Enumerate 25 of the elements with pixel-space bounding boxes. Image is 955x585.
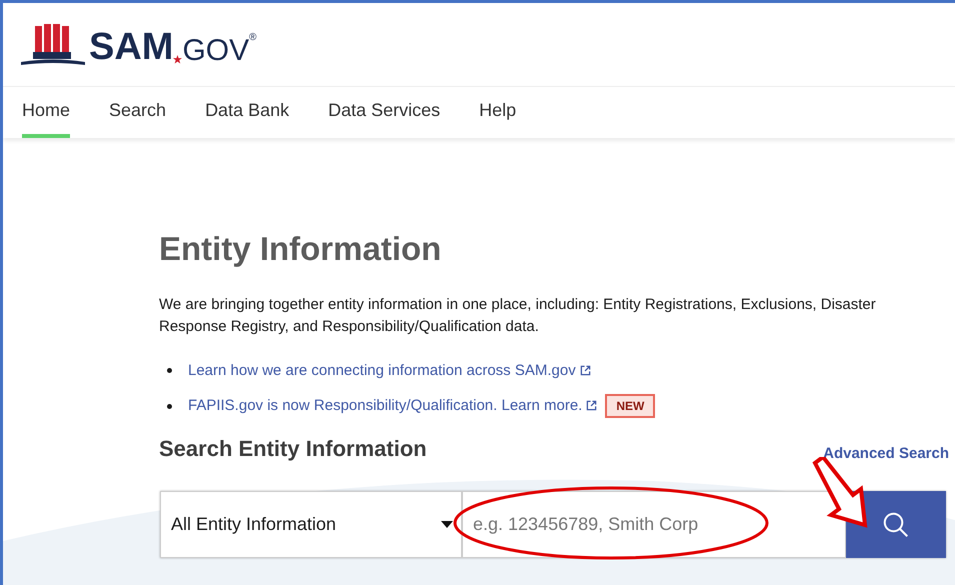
registered-mark: ® <box>249 30 257 44</box>
search-button[interactable] <box>846 491 946 558</box>
search-field[interactable]: e.g. 123456789, Smith Corp <box>462 491 846 558</box>
logo-suffix: GOV <box>182 36 250 66</box>
info-link[interactable]: Learn how we are connecting information across SAM.gov <box>188 360 591 382</box>
new-badge: NEW <box>605 394 656 418</box>
page-title: Entity Information <box>159 229 442 269</box>
external-link-icon <box>586 400 598 411</box>
caret-icon <box>441 521 453 528</box>
scope-select[interactable]: All Entity Information <box>160 491 462 558</box>
nav-tab[interactable]: Data Bank <box>205 87 290 138</box>
star-icon <box>173 54 182 64</box>
bullet-icon <box>167 368 172 374</box>
intro-text: We are bringing together entity information in one place, including: Entity Registrations, Exclusions, Disaster Response Registry, and Responsibility/Qualification data. <box>159 294 877 336</box>
bullet-icon <box>167 404 172 408</box>
advanced-search-link[interactable]: Advanced Search <box>823 442 949 465</box>
nav-tab[interactable]: Data Services <box>328 87 440 138</box>
nav-tab[interactable]: Search <box>109 87 166 138</box>
nav-tab[interactable]: Home <box>22 87 70 138</box>
hat-logo-icon <box>21 24 85 66</box>
external-link-icon <box>580 364 591 376</box>
logo-name: SAM <box>89 28 174 66</box>
nav-tab[interactable]: Help <box>479 87 516 138</box>
search-heading: Search Entity Information <box>159 435 427 463</box>
info-link[interactable]: FAPIIS.gov is now Responsibility/Qualification. Learn more. <box>188 394 598 418</box>
